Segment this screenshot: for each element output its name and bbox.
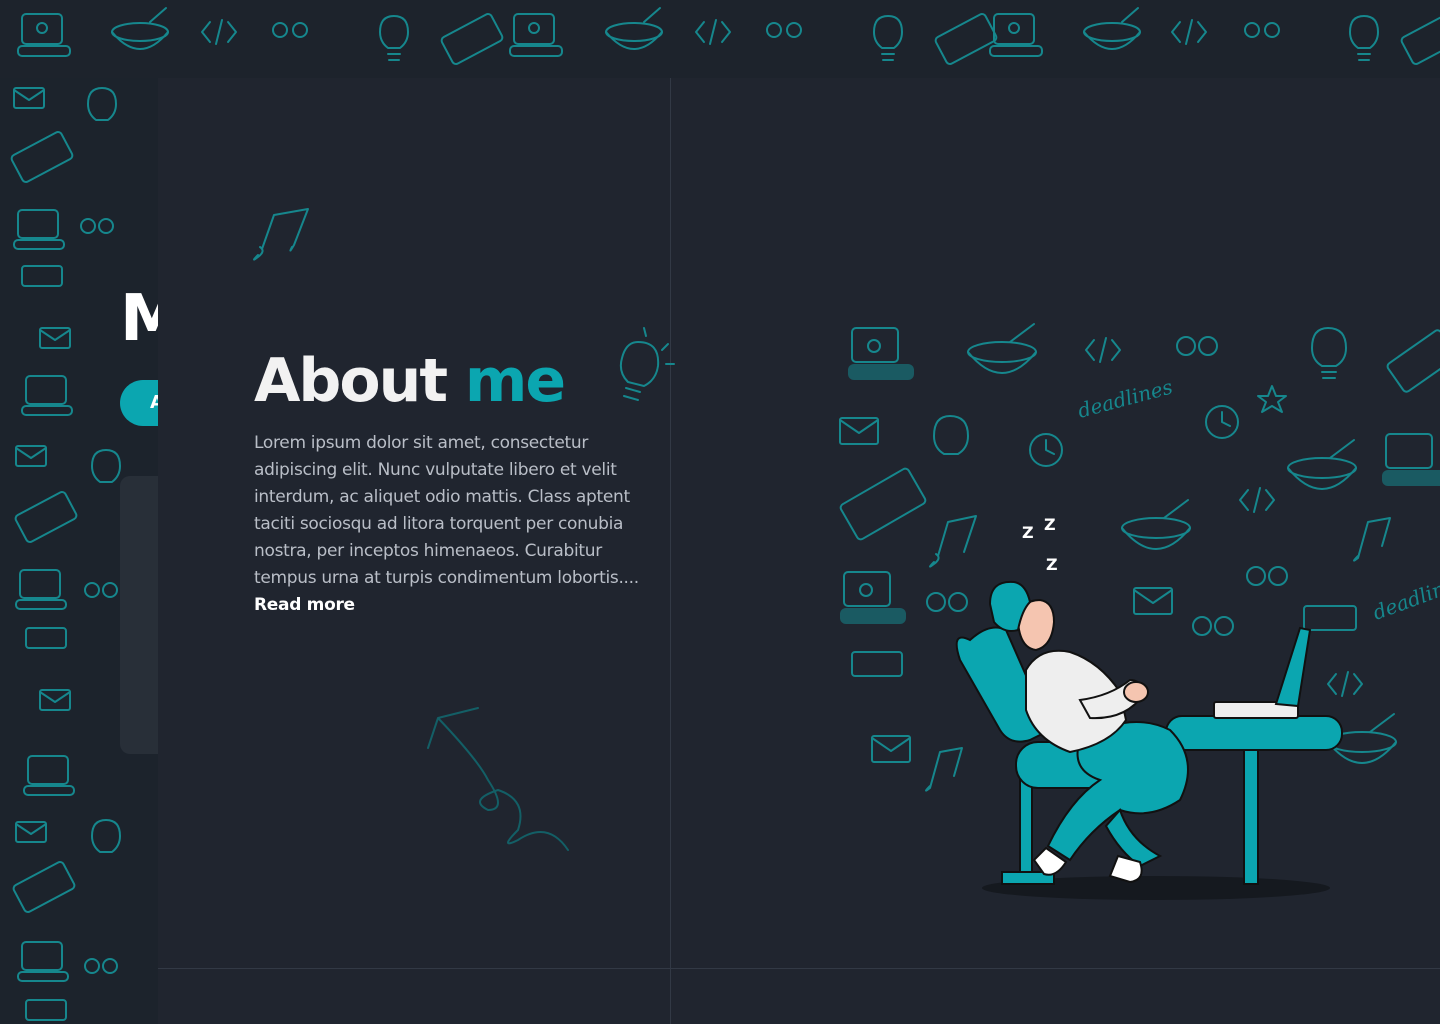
spiral-arrow-doodle-icon (427, 707, 569, 851)
keyboard-doodle-icon (1303, 605, 1357, 631)
doodle-pattern-top (17, 7, 1440, 65)
code-brackets-doodle-icon (1171, 19, 1207, 45)
keyboard-doodle-icon (10, 131, 74, 183)
envelope-doodle-icon (13, 87, 45, 109)
glasses-doodle-icon (80, 218, 114, 234)
laptop-doodle-icon (21, 375, 73, 416)
keyboard-doodle-icon (14, 491, 78, 543)
laptop-doodle-icon (1382, 433, 1440, 486)
keyboard-doodle-icon (12, 861, 76, 913)
envelope-doodle-icon (39, 327, 71, 349)
sleep-letter-3: Z (1046, 555, 1058, 574)
about-title-accent: me (464, 346, 566, 416)
laptop-doodle-icon (848, 327, 914, 380)
glasses-doodle-icon (84, 958, 118, 974)
doodle-cloud: deadlines deadlines (839, 323, 1440, 792)
hidden-panel-button-label: A (150, 392, 158, 413)
doodle-word-deadlines: deadlines (1075, 375, 1175, 423)
envelope-doodle-icon (15, 821, 47, 843)
keyboard-doodle-icon (934, 13, 998, 65)
envelope-doodle-icon (839, 417, 879, 445)
code-brackets-doodle-icon (695, 19, 731, 45)
hand (1123, 681, 1149, 703)
bulb-doodle-icon (1311, 327, 1347, 379)
person-at-desk (955, 580, 1343, 900)
keyboard-doodle-icon (1386, 329, 1440, 393)
bulb-doodle-icon (1349, 15, 1379, 61)
about-title-main: About (254, 346, 448, 416)
about-description: Lorem ipsum dolor sit amet, consectetur … (254, 430, 654, 619)
trouser-leg (1104, 808, 1163, 868)
laptop-doodle-icon (17, 941, 69, 982)
code-brackets-doodle-icon (1327, 671, 1363, 697)
music-note-doodle-icon (253, 208, 309, 261)
bowl-doodle-icon (1121, 499, 1191, 550)
bowl-doodle-icon (967, 323, 1037, 374)
column-divider (670, 78, 671, 1024)
sleeping-at-desk-illustration: deadlines deadlines Z Z Z (839, 323, 1440, 900)
bulb-doodle-icon (933, 415, 969, 455)
glasses-doodle-icon (272, 22, 308, 38)
desk-top (1165, 715, 1343, 751)
laptop-doodle-icon (989, 13, 1043, 57)
keyboard-doodle-icon (440, 13, 504, 65)
code-brackets-doodle-icon (201, 19, 237, 45)
envelope-doodle-icon (15, 445, 47, 467)
sleep-letter-2: Z (1044, 515, 1056, 534)
keyboard-doodle-icon (25, 999, 67, 1021)
desk-leg (1243, 729, 1259, 885)
bulb-doodle-icon (379, 15, 409, 61)
laptop-doodle-icon (13, 209, 65, 250)
envelope-doodle-icon (39, 689, 71, 711)
keyboard-doodle-icon (851, 651, 903, 677)
bowl-doodle-icon (1083, 7, 1141, 50)
glasses-doodle-icon (926, 592, 968, 612)
bulb-doodle-icon (87, 87, 117, 121)
glasses-doodle-icon (1192, 616, 1234, 636)
alarm-clock-doodle-icon (1029, 433, 1063, 467)
read-more-link[interactable]: Read more (254, 595, 355, 615)
code-brackets-doodle-icon (1239, 487, 1275, 513)
laptop-screen (1274, 626, 1312, 708)
bulb-doodle-icon (91, 819, 121, 853)
laptop-doodle-icon (15, 569, 67, 610)
keyboard-doodle-icon (21, 265, 63, 287)
hidden-panel-card (120, 476, 158, 754)
bulb-doodle-icon (91, 449, 121, 483)
glasses-doodle-icon (1244, 22, 1280, 38)
bowl-doodle-icon (1287, 439, 1357, 490)
bowl-doodle-icon (111, 7, 169, 50)
glasses-doodle-icon (1176, 336, 1218, 356)
doodle-word-deadlines-2: deadlines (1370, 569, 1440, 625)
row-divider (158, 968, 1440, 969)
star-doodle-icon (1257, 385, 1287, 413)
sleep-letter-1: Z (1022, 523, 1034, 542)
keyboard-doodle-icon (839, 467, 927, 541)
glasses-doodle-icon (766, 22, 802, 38)
hidden-panel-button[interactable]: A (120, 380, 158, 426)
music-note-doodle-icon (929, 515, 977, 568)
laptop-doodle-icon (23, 755, 75, 796)
glasses-doodle-icon (84, 582, 118, 598)
hidden-panel-title-fragment: M (120, 282, 158, 356)
keyboard-doodle-icon (25, 627, 67, 649)
alarm-clock-doodle-icon (1205, 405, 1239, 439)
laptop-doodle-icon (840, 571, 906, 624)
envelope-doodle-icon (1133, 587, 1173, 615)
bulb-doodle-icon (873, 15, 903, 61)
bulb-doodle-icon (619, 327, 675, 401)
laptop-doodle-icon (17, 13, 71, 57)
sleep-zzz: Z Z Z (1022, 515, 1058, 574)
envelope-doodle-icon (871, 735, 911, 763)
music-note-doodle-icon (1353, 517, 1391, 562)
about-title: About me (254, 344, 566, 418)
keyboard-doodle-icon (1400, 13, 1440, 65)
music-note-doodle-icon (925, 747, 963, 792)
bowl-doodle-icon (605, 7, 663, 50)
top-doodle-strip (0, 0, 1440, 78)
glasses-doodle-icon (1246, 566, 1288, 586)
laptop-doodle-icon (509, 13, 563, 57)
about-body-text: Lorem ipsum dolor sit amet, consectetur … (254, 433, 639, 588)
code-brackets-doodle-icon (1085, 337, 1121, 363)
